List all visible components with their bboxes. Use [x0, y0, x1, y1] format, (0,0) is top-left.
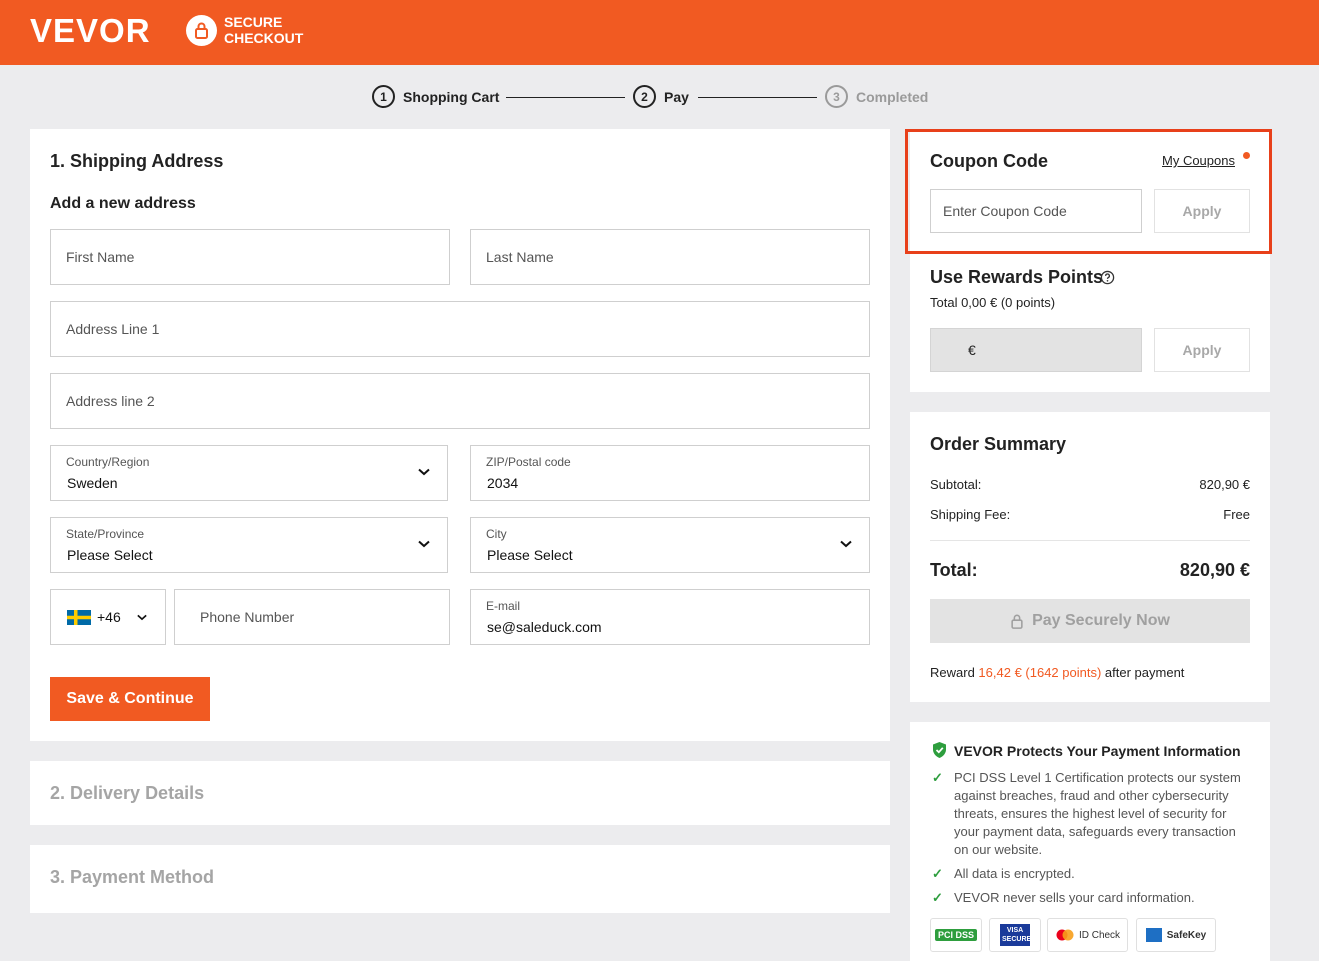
reward-amount: 16,42 € (1642 points)	[978, 665, 1102, 680]
chevron-down-icon	[418, 540, 430, 548]
last-name-placeholder: Last Name	[486, 249, 554, 265]
phone-code: +46	[97, 609, 121, 625]
step-number: 1	[372, 85, 395, 108]
first-name-field[interactable]: First Name	[50, 229, 450, 285]
subtotal-label: Subtotal:	[930, 477, 982, 492]
protection-item-text: All data is encrypted.	[954, 866, 1075, 881]
reward-note: Reward 16,42 € (1642 points) after payme…	[930, 665, 1184, 680]
rewards-total: Total 0,00 € (0 points)	[930, 295, 1056, 310]
zip-field[interactable]: ZIP/Postal code 2034	[470, 445, 870, 501]
pci-dss-label: PCI DSS	[934, 929, 977, 941]
lock-icon	[186, 15, 217, 46]
mastercard-id-check-badge: ID Check	[1047, 918, 1128, 952]
city-label: City	[486, 527, 507, 541]
step-completed: 3 Completed	[825, 85, 928, 108]
shield-check-icon	[933, 742, 946, 758]
divider	[930, 540, 1250, 541]
protection-item-text: PCI DSS Level 1 Certification protects o…	[954, 770, 1241, 857]
step-label: Pay	[664, 88, 689, 105]
step-label: Shopping Cart	[403, 88, 500, 105]
rewards-amount-input[interactable]: €	[930, 328, 1142, 372]
state-label: State/Province	[66, 527, 145, 541]
shipping-title: 1. Shipping Address	[50, 151, 224, 171]
secure-checkout-label: SECURE CHECKOUT	[224, 14, 303, 46]
step-shopping-cart[interactable]: 1 Shopping Cart	[372, 85, 499, 108]
reward-prefix: Reward	[930, 665, 975, 680]
step-pay: 2 Pay	[633, 85, 689, 108]
shipping-fee-label: Shipping Fee:	[930, 507, 1011, 522]
reward-suffix: after payment	[1104, 665, 1185, 680]
secure-line1: SECURE	[224, 14, 283, 30]
protection-title: VEVOR Protects Your Payment Information	[954, 743, 1241, 759]
email-field[interactable]: E-mail se@saleduck.com	[470, 589, 870, 645]
phone-country-code-select[interactable]: +46	[50, 589, 166, 645]
total-label: Total:	[930, 560, 978, 580]
chevron-down-icon	[418, 468, 430, 476]
address-line1-placeholder: Address Line 1	[66, 321, 160, 337]
email-label: E-mail	[486, 599, 521, 613]
safekey-badge: SafeKey	[1136, 918, 1216, 952]
sweden-flag-icon	[67, 610, 91, 625]
save-continue-button[interactable]: Save & Continue	[50, 677, 210, 721]
first-name-placeholder: First Name	[66, 249, 135, 265]
coupon-highlight-border	[905, 129, 1272, 254]
lock-icon	[1011, 614, 1023, 629]
subtotal-value: 820,90 €	[1199, 477, 1250, 492]
shipping-address-panel: 1. Shipping Address Add a new address Fi…	[30, 129, 890, 741]
protection-item-text: VEVOR never sells your card information.	[954, 890, 1195, 905]
check-icon: ✓	[932, 866, 943, 881]
check-icon: ✓	[932, 770, 943, 785]
total-value: 820,90 €	[1179, 560, 1250, 580]
step-label: Completed	[856, 88, 929, 105]
delivery-details-panel[interactable]: 2. Delivery Details	[30, 761, 890, 825]
city-value: Please Select	[487, 547, 573, 563]
vevor-logo[interactable]: VEVOR	[30, 12, 151, 50]
help-icon[interactable]	[1100, 270, 1115, 285]
state-value: Please Select	[67, 547, 153, 563]
secure-line2: CHECKOUT	[224, 30, 304, 46]
state-select[interactable]: State/Province Please Select	[50, 517, 448, 573]
address-line2-field[interactable]: Address line 2	[50, 373, 870, 429]
header-bar: VEVOR SECURE CHECKOUT	[0, 0, 1319, 65]
city-select[interactable]: City Please Select	[470, 517, 870, 573]
pay-button-label: Pay Securely Now	[1032, 612, 1170, 629]
email-value: se@saleduck.com	[487, 619, 602, 635]
step-number: 2	[633, 85, 656, 108]
zip-label: ZIP/Postal code	[486, 455, 571, 469]
last-name-field[interactable]: Last Name	[470, 229, 870, 285]
order-summary-title: Order Summary	[930, 434, 1067, 454]
rewards-title: Use Rewards Points	[930, 267, 1104, 287]
shipping-fee-value: Free	[1223, 507, 1250, 522]
country-value: Sweden	[67, 475, 118, 491]
safekey-label: SafeKey	[1166, 929, 1207, 941]
visa-secure-badge: VISA SECURE	[989, 918, 1041, 952]
checkout-progress: 1 Shopping Cart 2 Pay 3 Completed	[0, 85, 1319, 109]
currency-symbol: €	[968, 342, 976, 358]
step-number: 3	[825, 85, 848, 108]
add-address-subtitle: Add a new address	[50, 195, 196, 212]
payment-method-panel[interactable]: 3. Payment Method	[30, 845, 890, 913]
pci-dss-badge: PCI DSS	[930, 918, 982, 952]
step-connector	[506, 97, 625, 98]
check-icon: ✓	[932, 890, 943, 905]
chevron-down-icon	[137, 614, 147, 621]
order-summary-panel: Order Summary Subtotal: 820,90 € Shippin…	[910, 412, 1270, 702]
phone-placeholder: Phone Number	[200, 609, 295, 625]
phone-number-field[interactable]: Phone Number	[174, 589, 450, 645]
address-line2-placeholder: Address line 2	[66, 393, 155, 409]
delivery-title: 2. Delivery Details	[50, 783, 205, 803]
id-check-label: ID Check	[1078, 929, 1121, 941]
amex-icon	[1145, 928, 1162, 942]
payment-method-title: 3. Payment Method	[50, 867, 215, 887]
rewards-apply-button[interactable]: Apply	[1154, 328, 1250, 372]
address-line1-field[interactable]: Address Line 1	[50, 301, 870, 357]
step-connector	[698, 97, 817, 98]
chevron-down-icon	[840, 540, 852, 548]
zip-value: 2034	[487, 475, 519, 491]
country-label: Country/Region	[66, 455, 150, 469]
mastercard-icon	[1056, 929, 1074, 941]
visa-secure-label: VISA SECURE	[1000, 924, 1031, 946]
country-select[interactable]: Country/Region Sweden	[50, 445, 448, 501]
pay-securely-button[interactable]: Pay Securely Now	[930, 599, 1250, 643]
